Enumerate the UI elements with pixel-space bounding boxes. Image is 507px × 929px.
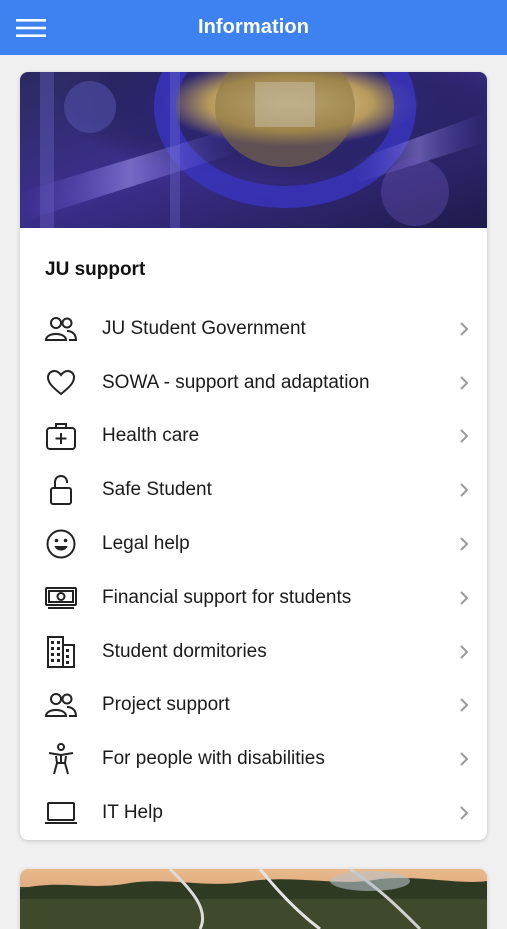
list-item-it-help[interactable]: IT Help (20, 786, 487, 840)
list-item-label: For people with disabilities (102, 748, 325, 770)
banner-image (20, 72, 487, 228)
support-list: JU Student Government SOWA - support and… (20, 302, 487, 840)
menu-button[interactable] (16, 13, 46, 43)
money-icon (44, 581, 78, 615)
section-title: JU support (45, 259, 146, 280)
accessibility-person-icon (44, 742, 78, 776)
list-item-student-government[interactable]: JU Student Government (20, 302, 487, 356)
chevron-right-icon (457, 803, 471, 823)
chevron-right-icon (457, 588, 471, 608)
list-item-label: JU Student Government (102, 317, 306, 339)
chevron-right-icon (457, 319, 471, 339)
list-item-financial-support[interactable]: Financial support for students (20, 571, 487, 625)
laptop-icon (44, 796, 78, 830)
chevron-right-icon (457, 480, 471, 500)
list-item-sowa[interactable]: SOWA - support and adaptation (20, 356, 487, 410)
heart-icon (44, 366, 78, 400)
chevron-right-icon (457, 426, 471, 446)
app-bar: Information (0, 0, 507, 55)
medical-kit-icon (44, 419, 78, 453)
list-item-legal-help[interactable]: Legal help (20, 517, 487, 571)
list-item-label: Financial support for students (102, 586, 352, 608)
building-icon (44, 635, 78, 669)
next-card[interactable] (20, 869, 487, 929)
list-item-label: Safe Student (102, 479, 212, 501)
people-icon (44, 312, 78, 346)
list-item-label: SOWA - support and adaptation (102, 371, 370, 393)
chevron-right-icon (457, 373, 471, 393)
chevron-right-icon (457, 749, 471, 769)
page-title: Information (197, 16, 310, 38)
banner-image (20, 869, 487, 929)
list-item-project-support[interactable]: Project support (20, 679, 487, 733)
list-item-label: IT Help (102, 802, 163, 824)
people-icon (44, 688, 78, 722)
chevron-right-icon (457, 695, 471, 715)
list-item-health-care[interactable]: Health care (20, 410, 487, 464)
list-item-dormitories[interactable]: Student dormitories (20, 625, 487, 679)
list-item-label: Health care (102, 425, 200, 447)
list-item-label: Student dormitories (102, 640, 267, 662)
chevron-right-icon (457, 534, 471, 554)
list-item-disabilities[interactable]: For people with disabilities (20, 732, 487, 786)
unlocked-padlock-icon (44, 473, 78, 507)
hamburger-menu-icon (16, 19, 46, 37)
smiley-face-icon (44, 527, 78, 561)
list-item-label: Legal help (102, 533, 190, 555)
list-item-safe-student[interactable]: Safe Student (20, 463, 487, 517)
chevron-right-icon (457, 642, 471, 662)
support-card: JU support JU Student Government SOWA - … (20, 72, 487, 840)
list-item-label: Project support (102, 694, 230, 716)
